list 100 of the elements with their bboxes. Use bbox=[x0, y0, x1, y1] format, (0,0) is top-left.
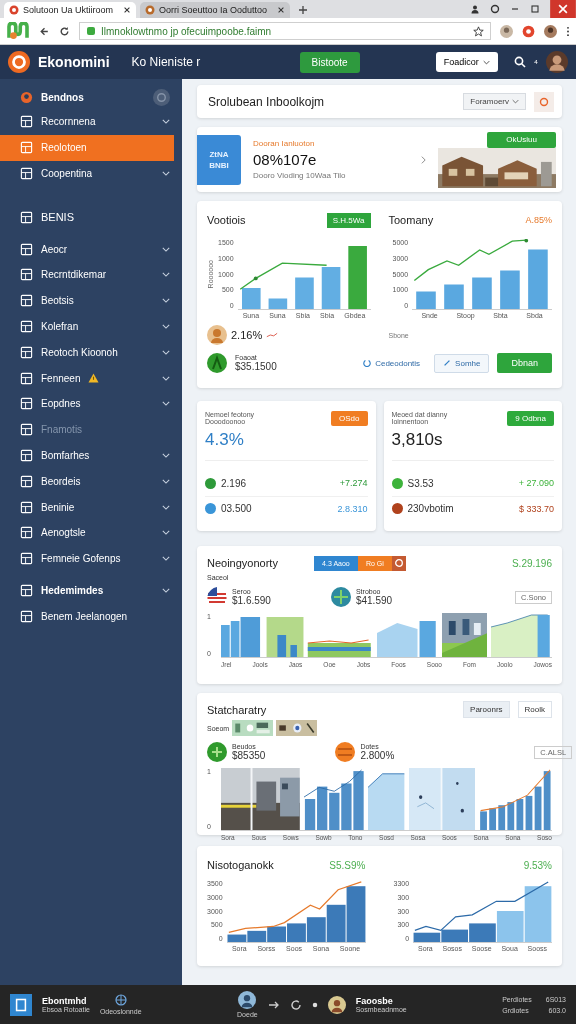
notification-count[interactable]: ⁴ bbox=[533, 56, 538, 68]
avatar-icon[interactable] bbox=[500, 24, 513, 38]
sidebar-item[interactable]: Eopdnes bbox=[0, 390, 182, 417]
warning-icon bbox=[88, 373, 100, 384]
app-name: Ebontmhd bbox=[42, 996, 88, 1006]
chevron-icon bbox=[162, 452, 170, 458]
chevron-icon bbox=[162, 556, 170, 562]
sidebar-item[interactable]: Reotoch Kioonoh bbox=[0, 339, 182, 366]
dot-icon[interactable] bbox=[311, 1001, 318, 1008]
card-title: Neoingyonorty bbox=[207, 557, 278, 569]
maximize-icon[interactable] bbox=[530, 4, 540, 14]
kpi-badge: OSdo bbox=[331, 411, 368, 426]
chevron-icon bbox=[162, 375, 170, 381]
toggle-button[interactable]: Paroonrs bbox=[463, 701, 510, 718]
extension-icon[interactable] bbox=[522, 24, 535, 38]
grid-icon bbox=[20, 268, 33, 282]
sidebar-item[interactable]: Benem Jeelanogen bbox=[0, 603, 182, 630]
chevron-icon bbox=[162, 171, 170, 176]
chart-title: Vootiois bbox=[207, 214, 246, 226]
total-value: S.29.196 bbox=[511, 557, 552, 569]
caret-icon bbox=[512, 99, 519, 104]
history-icon[interactable] bbox=[490, 4, 500, 14]
sidebar-item[interactable]: Bendnos bbox=[0, 85, 182, 109]
user-icon bbox=[20, 90, 33, 104]
change-value: S5.S9% bbox=[329, 859, 366, 871]
pencil-icon bbox=[443, 359, 452, 367]
sidebar-item[interactable]: Aenogtsle bbox=[0, 519, 182, 546]
address-field[interactable]: Ilmnoklowtnmo jp ofecuimpoobe.faimn bbox=[79, 22, 491, 40]
app-icon[interactable] bbox=[10, 993, 32, 1016]
entry-amount: $85350 bbox=[232, 750, 266, 761]
close-icon[interactable] bbox=[123, 6, 131, 14]
chart-title: Toomany bbox=[388, 214, 434, 226]
sidebar-item[interactable]: BENIS bbox=[0, 204, 182, 231]
entry-amount: 2.800% bbox=[360, 750, 395, 761]
new-tab-icon[interactable] bbox=[298, 5, 308, 15]
toggle-button[interactable]: Roolk bbox=[517, 701, 552, 718]
sidebar-item[interactable]: Kolefran bbox=[0, 313, 182, 340]
chevron-icon bbox=[162, 323, 170, 329]
chevron-icon bbox=[162, 530, 170, 536]
change-value: 9.53% bbox=[523, 859, 552, 871]
chevron-icon bbox=[162, 119, 170, 125]
chevron-icon bbox=[162, 478, 170, 484]
search-icon[interactable] bbox=[513, 56, 526, 68]
profile-icon[interactable] bbox=[470, 4, 480, 14]
sidebar-item[interactable]: Beninie bbox=[0, 494, 182, 520]
grid-icon bbox=[20, 115, 33, 129]
details-link[interactable]: Cedeodontis bbox=[363, 358, 421, 368]
barrel-icon bbox=[335, 742, 356, 762]
status-icon bbox=[153, 88, 170, 106]
browser-tab[interactable]: Oorri Soeuttoo Ia Ooduttoo bbox=[140, 2, 290, 18]
grid-icon bbox=[20, 397, 33, 411]
back-icon[interactable] bbox=[39, 25, 50, 37]
avatar-icon[interactable] bbox=[544, 24, 557, 38]
card-title: Statcharatry bbox=[207, 703, 267, 716]
sidebar-item[interactable]: Beotsis bbox=[0, 287, 182, 314]
chevron-icon[interactable] bbox=[421, 154, 426, 165]
sidebar-item[interactable]: Hedemimdes bbox=[0, 577, 182, 604]
close-icon[interactable] bbox=[277, 6, 285, 14]
grid-icon bbox=[20, 423, 33, 437]
chevron-icon bbox=[162, 587, 170, 593]
change-value: A.85% bbox=[525, 215, 552, 225]
sidebar-item[interactable]: Recrntdikemar bbox=[0, 262, 182, 288]
sidebar-item[interactable]: Coopentina bbox=[0, 160, 182, 187]
area-chart-drawing bbox=[491, 613, 552, 657]
refresh-button[interactable] bbox=[534, 91, 554, 112]
grid-icon bbox=[20, 526, 33, 540]
sidebar-item[interactable]: Femneie Gofenps bbox=[0, 545, 182, 572]
close-icon[interactable] bbox=[550, 0, 576, 18]
sidebar-item[interactable]: Fenneen bbox=[0, 365, 182, 391]
site-icon bbox=[145, 5, 155, 15]
edit-button[interactable]: Somhe bbox=[434, 353, 490, 373]
caret-icon bbox=[482, 59, 490, 65]
card-title: Srolubean Inboolkojm bbox=[208, 94, 325, 109]
promo-label: Dooran Ianluoton bbox=[253, 139, 316, 148]
action-button[interactable]: Bistoote bbox=[299, 51, 360, 73]
promo-value: 08%107e bbox=[253, 151, 318, 168]
entry-amount: $1.6.590 bbox=[232, 595, 271, 606]
filter-dropdown[interactable]: Foadicor bbox=[435, 52, 498, 72]
url-text: Ilmnoklowtnmo jp ofecuimpoobe.faimn bbox=[101, 25, 273, 37]
filter-dropdown[interactable]: Foramoerv bbox=[463, 93, 526, 110]
grid-icon bbox=[20, 242, 33, 256]
menu-icon[interactable] bbox=[566, 25, 570, 37]
reload-icon[interactable] bbox=[59, 25, 70, 37]
sidebar-item[interactable]: Bomfarhes bbox=[0, 442, 182, 469]
refresh-icon[interactable] bbox=[289, 998, 302, 1011]
chevron-icon bbox=[162, 246, 170, 252]
sidebar-item[interactable]: Beordeis bbox=[0, 468, 182, 495]
kpi-row-label: 2.196 bbox=[221, 477, 247, 489]
sidebar-item[interactable]: Recornnena bbox=[0, 109, 182, 135]
grid-icon bbox=[20, 371, 33, 385]
kpi-row-change: +7.274 bbox=[339, 478, 368, 489]
chevron-icon bbox=[162, 401, 170, 407]
browser-tab[interactable]: Solutoon Ua Uktiiroom bbox=[4, 2, 136, 18]
sidebar-item[interactable]: Aeocr bbox=[0, 236, 182, 262]
browser-logo-icon[interactable] bbox=[6, 22, 30, 40]
grid-icon bbox=[20, 345, 33, 359]
kpi-row-label: 230vbotim bbox=[407, 503, 454, 515]
star-icon[interactable] bbox=[473, 25, 484, 37]
user-name: Faoosbe bbox=[355, 996, 394, 1006]
chevron-icon bbox=[162, 272, 170, 278]
